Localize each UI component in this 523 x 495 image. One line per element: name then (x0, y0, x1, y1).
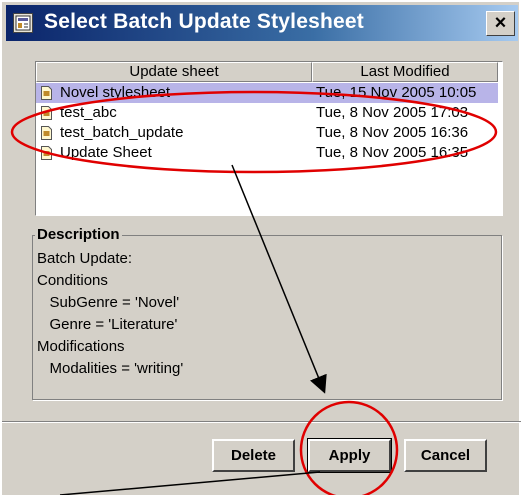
row-modified: Tue, 8 Nov 2005 16:36 (316, 124, 469, 141)
column-header-last-modified[interactable]: Last Modified (312, 62, 498, 82)
table-row[interactable]: Novel stylesheet Tue, 15 Nov 2005 10:05 (36, 83, 498, 103)
description-line: Genre = 'Literature' (37, 316, 178, 333)
apply-button[interactable]: Apply (307, 438, 392, 473)
row-name: test_batch_update (60, 124, 184, 141)
row-name: Update Sheet (60, 144, 152, 161)
description-line: Modalities = 'writing' (37, 360, 184, 377)
table-row[interactable]: test_batch_update Tue, 8 Nov 2005 16:36 (36, 123, 498, 143)
description-title: Description (35, 226, 122, 243)
row-name: test_abc (60, 104, 117, 121)
row-name: Novel stylesheet (60, 84, 171, 101)
batch-update-dialog: Select Batch Update Stylesheet × Update … (0, 0, 521, 495)
table-row[interactable]: Update Sheet Tue, 8 Nov 2005 16:35 (36, 143, 498, 163)
description-line: Batch Update: (37, 250, 133, 267)
column-header-update-sheet[interactable]: Update sheet (36, 62, 312, 82)
document-icon (41, 106, 52, 120)
delete-button[interactable]: Delete (212, 439, 295, 472)
document-icon (41, 126, 52, 140)
separator (2, 421, 521, 423)
dialog-title: Select Batch Update Stylesheet (44, 10, 364, 33)
description-line: SubGenre = 'Novel' (37, 294, 180, 311)
title-bar[interactable]: Select Batch Update Stylesheet × (6, 5, 518, 41)
description-line: Conditions (37, 272, 108, 289)
table-header: Update sheet Last Modified (36, 62, 502, 82)
row-modified: Tue, 15 Nov 2005 10:05 (316, 84, 477, 101)
row-modified: Tue, 8 Nov 2005 16:35 (316, 144, 469, 161)
close-icon[interactable]: × (486, 11, 515, 36)
row-modified: Tue, 8 Nov 2005 17:03 (316, 104, 469, 121)
document-icon (41, 146, 52, 160)
document-icon (41, 86, 52, 100)
stylesheet-icon (13, 13, 33, 33)
description-line: Modifications (37, 338, 125, 355)
cancel-button[interactable]: Cancel (404, 439, 487, 472)
description-panel: Description Batch Update: Conditions Sub… (32, 226, 502, 400)
table-row[interactable]: test_abc Tue, 8 Nov 2005 17:03 (36, 103, 498, 123)
stylesheet-table[interactable]: Update sheet Last Modified Novel stylesh… (35, 61, 503, 216)
